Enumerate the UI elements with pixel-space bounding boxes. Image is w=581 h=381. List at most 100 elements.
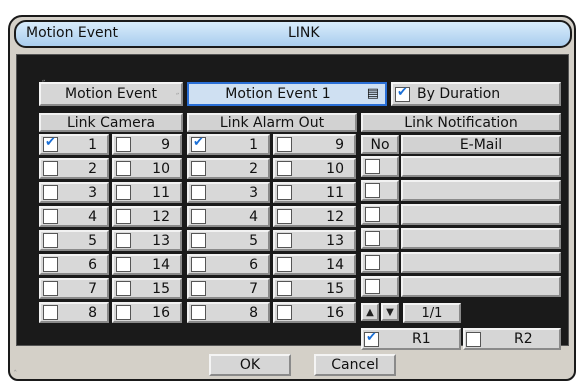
alarm-out-1[interactable]: 1: [187, 134, 270, 155]
camera-checkbox[interactable]: [116, 257, 131, 272]
event-type-button[interactable]: Motion Event: [39, 82, 183, 106]
camera-8[interactable]: 8: [39, 302, 109, 323]
camera-2[interactable]: 2: [39, 158, 109, 179]
r1-checkbox[interactable]: R1: [361, 328, 461, 350]
camera-checkbox[interactable]: [116, 305, 131, 320]
alarm-out-checkbox[interactable]: [191, 233, 206, 248]
notification-email-field[interactable]: [401, 276, 561, 297]
by-duration-label: By Duration: [417, 86, 501, 102]
by-duration-check[interactable]: [395, 85, 410, 102]
camera-1[interactable]: 1: [39, 134, 109, 155]
by-duration-checkbox[interactable]: By Duration: [391, 82, 561, 106]
camera-checkbox[interactable]: [116, 137, 131, 152]
cancel-button[interactable]: Cancel: [314, 354, 396, 376]
camera-6[interactable]: 6: [39, 254, 109, 275]
camera-checkbox[interactable]: [43, 135, 58, 152]
notification-checkbox[interactable]: [365, 231, 380, 246]
camera-11[interactable]: 11: [112, 182, 182, 203]
notification-checkbox[interactable]: [365, 207, 380, 222]
camera-10[interactable]: 10: [112, 158, 182, 179]
alarm-out-checkbox[interactable]: [277, 305, 292, 320]
camera-3[interactable]: 3: [39, 182, 109, 203]
camera-checkbox[interactable]: [116, 161, 131, 176]
alarm-out-checkbox[interactable]: [191, 281, 206, 296]
camera-13[interactable]: 13: [112, 230, 182, 251]
notification-row-check[interactable]: [361, 228, 399, 249]
notification-checkbox[interactable]: [365, 255, 380, 270]
camera-checkbox[interactable]: [43, 161, 58, 176]
alarm-out-checkbox[interactable]: [191, 135, 206, 152]
camera-checkbox[interactable]: [116, 209, 131, 224]
alarm-out-checkbox[interactable]: [191, 305, 206, 320]
camera-5[interactable]: 5: [39, 230, 109, 251]
notification-row-check[interactable]: [361, 156, 399, 177]
camera-checkbox[interactable]: [43, 233, 58, 248]
alarm-out-7[interactable]: 7: [187, 278, 270, 299]
camera-checkbox[interactable]: [116, 185, 131, 200]
notification-email-field[interactable]: [401, 228, 561, 249]
camera-15[interactable]: 15: [112, 278, 182, 299]
notification-email-field[interactable]: [401, 180, 561, 201]
notification-checkbox[interactable]: [365, 183, 380, 198]
alarm-out-checkbox[interactable]: [191, 185, 206, 200]
notification-row-check[interactable]: [361, 252, 399, 273]
notification-checkbox[interactable]: [365, 159, 380, 174]
notification-row-check[interactable]: [361, 180, 399, 201]
camera-checkbox[interactable]: [116, 281, 131, 296]
alarm-out-11[interactable]: 11: [273, 182, 356, 203]
alarm-out-13[interactable]: 13: [273, 230, 356, 251]
alarm-out-5[interactable]: 5: [187, 230, 270, 251]
camera-checkbox[interactable]: [43, 257, 58, 272]
alarm-out-checkbox[interactable]: [191, 257, 206, 272]
alarm-out-checkbox[interactable]: [191, 161, 206, 176]
camera-checkbox[interactable]: [116, 233, 131, 248]
camera-4[interactable]: 4: [39, 206, 109, 227]
alarm-out-4[interactable]: 4: [187, 206, 270, 227]
notification-row-check[interactable]: [361, 276, 399, 297]
alarm-out-3[interactable]: 3: [187, 182, 270, 203]
alarm-out-checkbox[interactable]: [277, 137, 292, 152]
camera-checkbox[interactable]: [43, 281, 58, 296]
alarm-out-15[interactable]: 15: [273, 278, 356, 299]
alarm-out-14[interactable]: 14: [273, 254, 356, 275]
camera-9[interactable]: 9: [112, 134, 182, 155]
alarm-out-checkbox[interactable]: [277, 185, 292, 200]
alarm-out-9[interactable]: 9: [273, 134, 356, 155]
event-select[interactable]: Motion Event 1 ▤: [187, 82, 387, 106]
camera-checkbox[interactable]: [43, 305, 58, 320]
notification-row-check[interactable]: [361, 204, 399, 225]
notification-checkbox[interactable]: [365, 279, 380, 294]
alarm-out-checkbox[interactable]: [277, 281, 292, 296]
camera-14[interactable]: 14: [112, 254, 182, 275]
r2-checkbox[interactable]: R2: [463, 328, 561, 350]
alarm-out-2[interactable]: 2: [187, 158, 270, 179]
notification-email-field[interactable]: [401, 252, 561, 273]
camera-12[interactable]: 12: [112, 206, 182, 227]
alarm-out-12[interactable]: 12: [273, 206, 356, 227]
alarm-out-checkbox[interactable]: [277, 233, 292, 248]
alarm-out-checkbox[interactable]: [277, 209, 292, 224]
notification-email-field[interactable]: [401, 156, 561, 177]
notification-email-field[interactable]: [401, 204, 561, 225]
alarm-out-8[interactable]: 8: [187, 302, 270, 323]
alarm-out-10[interactable]: 10: [273, 158, 356, 179]
r1-check[interactable]: [364, 330, 379, 347]
alarm-out-checkbox[interactable]: [191, 209, 206, 224]
camera-16[interactable]: 16: [112, 302, 182, 323]
camera-checkbox[interactable]: [43, 209, 58, 224]
camera-checkbox[interactable]: [43, 185, 58, 200]
r2-check[interactable]: [466, 331, 481, 347]
link-camera-header: Link Camera: [39, 113, 183, 132]
title-bar: Motion Event LINK: [14, 20, 572, 48]
alarm-out-checkbox[interactable]: [277, 161, 292, 176]
page-up-button[interactable]: ▲: [361, 303, 379, 321]
page-down-button[interactable]: ▼: [381, 303, 399, 321]
ok-button[interactable]: OK: [209, 354, 291, 376]
settings-panel: Motion Event ˝ ˝ Motion Event 1 ▤ By Dur…: [16, 54, 569, 350]
alarm-out-checkbox[interactable]: [277, 257, 292, 272]
alarm-out-16[interactable]: 16: [273, 302, 356, 323]
link-notification-header: Link Notification: [361, 113, 561, 132]
camera-7[interactable]: 7: [39, 278, 109, 299]
camera-label: 4: [88, 209, 97, 225]
alarm-out-6[interactable]: 6: [187, 254, 270, 275]
